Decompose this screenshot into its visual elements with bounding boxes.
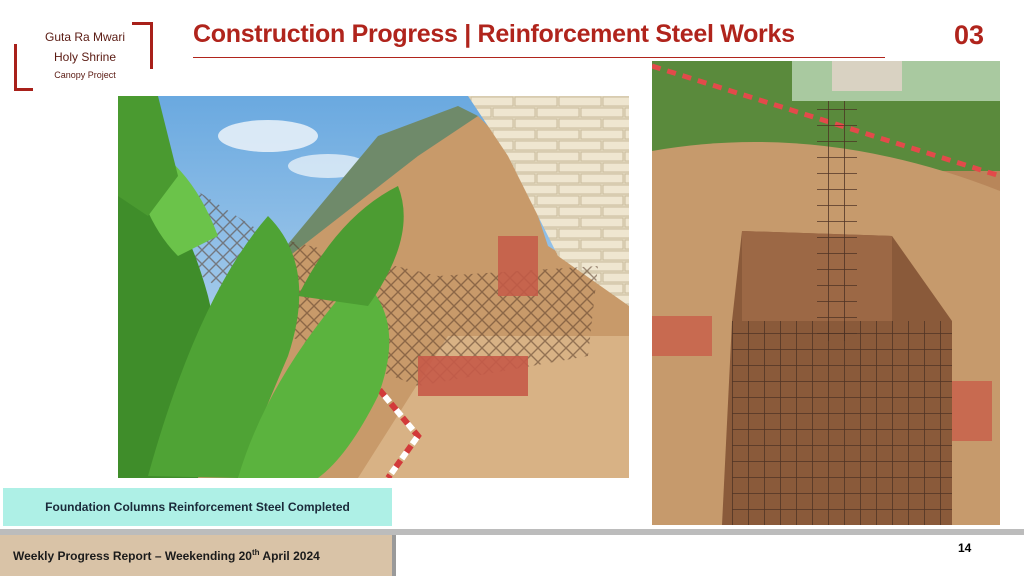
footer-report-suffix: April 2024	[259, 549, 320, 563]
caption-box: Foundation Columns Reinforcement Steel C…	[3, 488, 392, 526]
photo-rebar-in-pit	[652, 61, 1000, 525]
caption-text: Foundation Columns Reinforcement Steel C…	[45, 500, 350, 514]
page-title: Construction Progress | Reinforcement St…	[193, 20, 795, 48]
logo-line-1: Guta Ra Mwari	[44, 30, 126, 44]
title-underline	[193, 57, 885, 58]
footer-report-prefix: Weekly Progress Report – Weekending 20	[13, 549, 252, 563]
footer-separator	[392, 535, 396, 576]
page-number: 14	[958, 541, 972, 555]
logo-line-3: Canopy Project	[54, 70, 116, 80]
section-number: 03	[954, 20, 985, 50]
footer-report-sup: th	[251, 548, 260, 557]
footer-report-box: Weekly Progress Report – Weekending 20th…	[0, 535, 392, 576]
photo-rebar-by-wall	[118, 96, 629, 478]
logo-line-2: Holy Shrine	[53, 50, 117, 64]
footer-report-label: Weekly Progress Report – Weekending 20th…	[13, 548, 320, 563]
